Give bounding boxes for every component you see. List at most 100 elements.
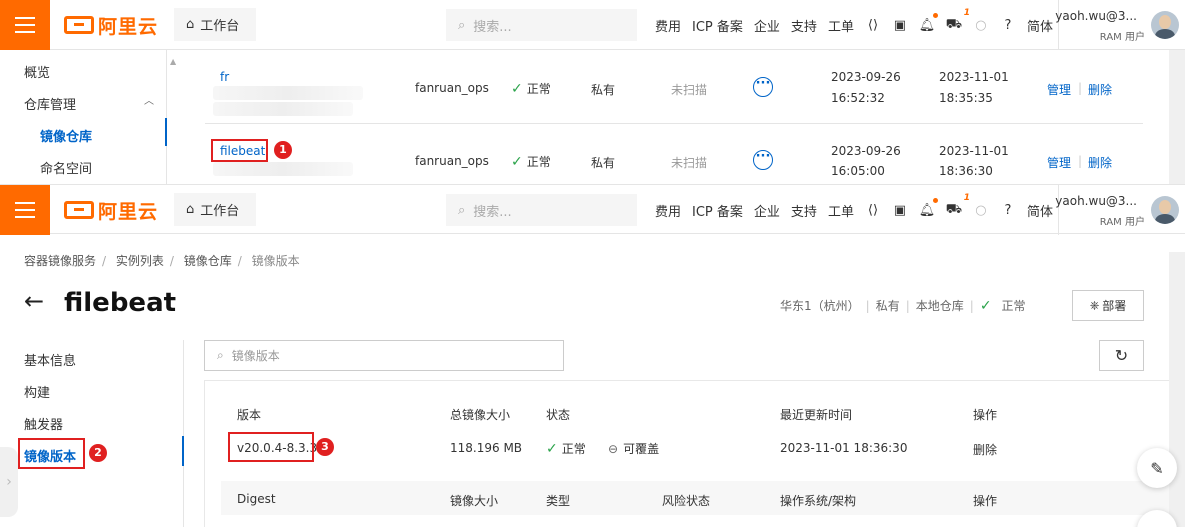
edit-icon[interactable]: ✎ (1137, 448, 1177, 488)
help-icon[interactable]: ? (1000, 17, 1016, 33)
sidebar-item-namespace[interactable]: 命名空间 (40, 158, 92, 177)
status-text: 正常 (526, 155, 551, 169)
nav-ticket[interactable]: 工单 (828, 16, 854, 35)
minus-circle-icon: ⊖ (608, 442, 619, 456)
nav-icp[interactable]: ICP 备案 (692, 201, 743, 220)
menu-icon[interactable] (0, 0, 50, 50)
cart-count: 1 (963, 193, 970, 203)
delete-version-link[interactable]: 删除 (973, 441, 997, 458)
divider: | (1078, 81, 1083, 95)
cart-icon[interactable]: ⛟ 1 (946, 193, 970, 218)
nav-icp[interactable]: ICP 备案 (692, 16, 743, 35)
logo-text: 阿里云 (98, 15, 159, 38)
sidebar-item-repo-management[interactable]: 仓库管理 (24, 94, 76, 113)
repo-detail-sidebar: 基本信息 构建 触发器 镜像版本 (0, 340, 184, 527)
aliyun-logo-mark (64, 16, 94, 34)
version-search-placeholder: 镜像版本 (231, 349, 280, 363)
home-icon: ⌂ (186, 17, 195, 32)
highlight-box-filebeat (211, 139, 268, 162)
manage-link[interactable]: 管理 (1047, 154, 1071, 171)
menu-icon[interactable] (0, 185, 50, 235)
more-icon[interactable]: ··· (753, 77, 773, 97)
status-cell: ✓ 正常 (511, 153, 551, 170)
divider: | (865, 298, 870, 313)
nav-billing[interactable]: 费用 (655, 16, 681, 35)
column-header-updated: 最近更新时间 (780, 408, 853, 422)
subheader-os-arch: 操作系统/架构 (780, 494, 857, 508)
repo-name-link[interactable]: fr (220, 70, 229, 84)
updated-date: 2023-11-01 (939, 144, 1009, 158)
terminal-icon[interactable]: ▣ (892, 17, 908, 33)
check-icon: ✓ (979, 297, 992, 314)
cart-icon[interactable]: ⛟ 1 (946, 8, 970, 33)
scrollbar[interactable] (1169, 252, 1185, 527)
bell-icon[interactable]: 🔔︎ (919, 198, 938, 218)
updated-date: 2023-11-01 (939, 70, 1009, 84)
nav-enterprise[interactable]: 企业 (754, 201, 780, 220)
created-time: 16:05:00 (831, 164, 885, 178)
deploy-button[interactable]: ⎈ 部署 (1072, 290, 1144, 321)
version-updated-time: 2023-11-01 18:36:30 (780, 441, 908, 455)
user-menu[interactable]: yaoh.wu@3... RAM 用户 (1055, 0, 1185, 50)
column-header-total-size: 总镜像大小 (450, 408, 511, 422)
user-menu[interactable]: yaoh.wu@3... RAM 用户 (1055, 185, 1185, 235)
manage-link[interactable]: 管理 (1047, 81, 1071, 98)
code-icon[interactable]: ⟨⟩ (865, 202, 881, 218)
language-switch[interactable]: 简体 (1027, 201, 1053, 220)
breadcrumb-item[interactable]: 容器镜像服务 (24, 254, 96, 268)
version-search-input[interactable]: ⌕ 镜像版本 (204, 340, 564, 371)
sidebar-item-overview[interactable]: 概览 (24, 62, 50, 81)
blurred-address (213, 102, 353, 116)
workbench-label: 工作台 (200, 19, 240, 34)
refresh-icon[interactable]: ↻ (1099, 340, 1144, 371)
breadcrumb-separator: / (237, 254, 242, 268)
bell-icon[interactable]: 🔔︎ (919, 13, 938, 33)
scroll-up-arrow-icon[interactable]: ▲ (170, 57, 176, 66)
collapse-sidebar-handle[interactable]: › (0, 447, 18, 517)
sidebar-item-image-repo[interactable]: 镜像仓库 (40, 126, 92, 145)
namespace-cell: fanruan_ops (415, 81, 489, 95)
breadcrumb-item-current: 镜像版本 (251, 254, 300, 268)
aliyun-logo[interactable]: 阿里云 (64, 13, 159, 38)
type-cell: 私有 (591, 83, 616, 97)
more-icon[interactable]: ··· (753, 150, 773, 170)
lightbulb-icon[interactable]: ○ (973, 17, 989, 33)
sidebar-item-trigger[interactable]: 触发器 (24, 414, 63, 433)
table-row: filebeat fanruan_ops ✓ 正常 私有 未扫描 ··· 2023… (205, 124, 1143, 186)
repo-status-text: 正常 (1001, 299, 1026, 313)
breadcrumb-item[interactable]: 实例列表 (116, 254, 164, 268)
global-search[interactable]: ⌕ 搜索... (446, 194, 637, 226)
aliyun-logo[interactable]: 阿里云 (64, 198, 158, 223)
nav-enterprise[interactable]: 企业 (754, 16, 780, 35)
global-search[interactable]: ⌕ 搜索... (446, 9, 637, 41)
breadcrumb-item[interactable]: 镜像仓库 (184, 254, 232, 268)
type-cell: 私有 (591, 156, 616, 170)
back-arrow-icon[interactable]: ← (24, 287, 44, 315)
terminal-icon[interactable]: ▣ (892, 202, 908, 218)
scrollbar[interactable] (1169, 50, 1185, 184)
scan-cell: 未扫描 (671, 156, 708, 170)
check-icon: ✓ (511, 81, 523, 97)
overwrite-text: 可覆盖 (623, 442, 660, 456)
column-header-version: 版本 (237, 408, 262, 422)
code-icon[interactable]: ⟨⟩ (865, 17, 881, 33)
search-icon: ⌕ (458, 202, 466, 218)
language-switch[interactable]: 简体 (1027, 16, 1053, 35)
help-icon[interactable]: ? (1000, 202, 1016, 218)
nav-support[interactable]: 支持 (791, 201, 817, 220)
sidebar-item-basic-info[interactable]: 基本信息 (24, 350, 76, 369)
workbench-button[interactable]: ⌂ 工作台 (174, 193, 256, 226)
blurred-address (213, 162, 353, 176)
workbench-button[interactable]: ⌂ 工作台 (174, 8, 256, 41)
sidebar-item-build[interactable]: 构建 (24, 382, 50, 401)
delete-link[interactable]: 删除 (1088, 81, 1112, 98)
delete-link[interactable]: 删除 (1088, 154, 1112, 171)
nav-ticket[interactable]: 工单 (828, 201, 854, 220)
top-header-bar-2: 阿里云 ⌂ 工作台 ⌕ 搜索... 费用 ICP 备案 企业 支持 工单 ⟨⟩ … (0, 184, 1185, 235)
subheader-size: 镜像大小 (450, 494, 499, 508)
nav-billing[interactable]: 费用 (655, 201, 681, 220)
nav-support[interactable]: 支持 (791, 16, 817, 35)
divider: | (969, 298, 974, 313)
lightbulb-icon[interactable]: ○ (973, 202, 989, 218)
chevron-up-icon[interactable]: ︿ (144, 92, 154, 107)
